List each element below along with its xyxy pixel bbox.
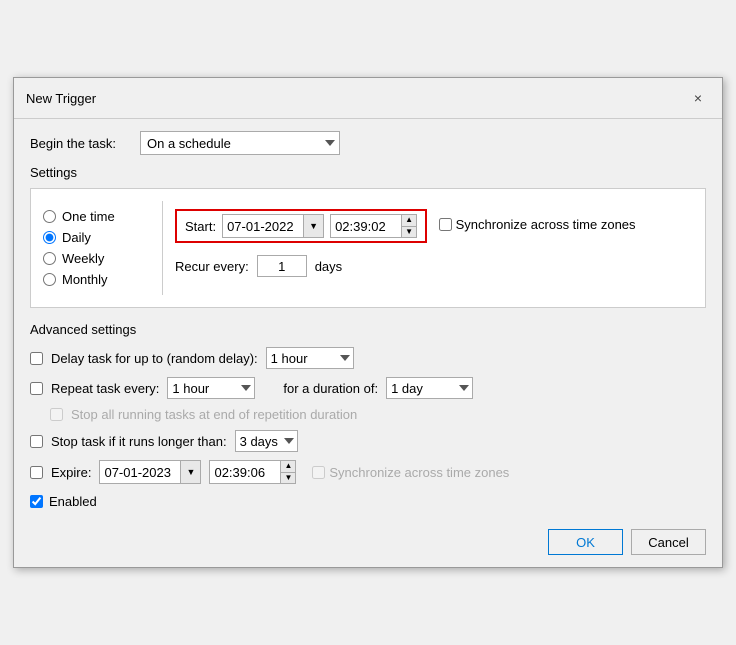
expire-time-spinner: ▲ ▼ xyxy=(280,461,295,483)
radio-monthly-label: Monthly xyxy=(62,272,108,287)
stop-all-checkbox xyxy=(50,408,63,421)
start-label: Start: xyxy=(185,219,216,234)
start-date-calendar-button[interactable]: ▼ xyxy=(303,215,323,237)
start-time-spinner: ▲ ▼ xyxy=(401,215,416,237)
radio-weekly-label: Weekly xyxy=(62,251,104,266)
stop-longer-checkbox[interactable] xyxy=(30,435,43,448)
recur-row: Recur every: days xyxy=(175,255,681,277)
start-date-input[interactable] xyxy=(223,215,303,237)
advanced-label: Advanced settings xyxy=(30,322,706,337)
stop-all-row: Stop all running tasks at end of repetit… xyxy=(30,407,706,422)
stop-longer-label: Stop task if it runs longer than: xyxy=(51,434,227,449)
expire-label: Expire: xyxy=(51,465,91,480)
expire-sync-text: Synchronize across time zones xyxy=(329,465,509,480)
advanced-settings-section: Advanced settings Delay task for up to (… xyxy=(30,322,706,509)
start-date-wrap: ▼ xyxy=(222,214,324,238)
radio-daily-label: Daily xyxy=(62,230,91,245)
repeat-task-label: Repeat task every: xyxy=(51,381,159,396)
new-trigger-dialog: New Trigger × Begin the task: On a sched… xyxy=(13,77,723,568)
close-button[interactable]: × xyxy=(686,86,710,110)
settings-right: Start: ▼ ▲ ▼ xyxy=(163,201,693,295)
expire-sync-checkbox xyxy=(312,466,325,479)
ok-button[interactable]: OK xyxy=(548,529,623,555)
stop-all-label: Stop all running tasks at end of repetit… xyxy=(71,407,357,422)
radio-monthly-input[interactable] xyxy=(43,273,56,286)
radio-weekly-input[interactable] xyxy=(43,252,56,265)
begin-task-label: Begin the task: xyxy=(30,136,140,151)
sync-checkbox[interactable] xyxy=(439,218,452,231)
radio-group: One time Daily Weekly Monthly xyxy=(43,209,162,287)
expire-time-down[interactable]: ▼ xyxy=(281,473,295,484)
start-row: Start: ▼ ▲ ▼ xyxy=(175,209,427,243)
repeat-task-dropdown[interactable]: 1 hour 30 minutes 1 day xyxy=(167,377,255,399)
duration-label: for a duration of: xyxy=(283,381,378,396)
delay-task-dropdown[interactable]: 1 hour 30 minutes 1 day xyxy=(266,347,354,369)
settings-box: One time Daily Weekly Monthly xyxy=(30,188,706,308)
start-time-down[interactable]: ▼ xyxy=(402,227,416,238)
sync-checkbox-label[interactable]: Synchronize across time zones xyxy=(439,217,636,232)
expire-checkbox[interactable] xyxy=(30,466,43,479)
cancel-button[interactable]: Cancel xyxy=(631,529,706,555)
start-time-up[interactable]: ▲ xyxy=(402,215,416,227)
radio-one-time-label: One time xyxy=(62,209,115,224)
expire-time-wrap: ▲ ▼ xyxy=(209,460,296,484)
enabled-label: Enabled xyxy=(49,494,97,509)
repeat-task-checkbox[interactable] xyxy=(30,382,43,395)
stop-longer-dropdown[interactable]: 3 days 1 hour 1 day xyxy=(235,430,298,452)
duration-dropdown[interactable]: 1 day Indefinitely xyxy=(386,377,473,399)
recur-label: Recur every: xyxy=(175,259,249,274)
radio-one-time-input[interactable] xyxy=(43,210,56,223)
expire-date-input[interactable] xyxy=(100,461,180,483)
delay-task-checkbox[interactable] xyxy=(30,352,43,365)
settings-left: One time Daily Weekly Monthly xyxy=(43,201,163,295)
expire-date-calendar-button[interactable]: ▼ xyxy=(180,461,200,483)
sync-label: Synchronize across time zones xyxy=(456,217,636,232)
radio-daily-input[interactable] xyxy=(43,231,56,244)
expire-time-input[interactable] xyxy=(210,461,280,483)
recur-input[interactable] xyxy=(257,255,307,277)
start-time-input[interactable] xyxy=(331,215,401,237)
begin-task-dropdown[interactable]: On a schedule At log on At startup On an… xyxy=(140,131,340,155)
radio-daily[interactable]: Daily xyxy=(43,230,162,245)
start-time-wrap: ▲ ▼ xyxy=(330,214,417,238)
title-bar: New Trigger × xyxy=(14,78,722,119)
repeat-task-row: Repeat task every: 1 hour 30 minutes 1 d… xyxy=(30,377,706,399)
radio-weekly[interactable]: Weekly xyxy=(43,251,162,266)
radio-one-time[interactable]: One time xyxy=(43,209,162,224)
begin-task-row: Begin the task: On a schedule At log on … xyxy=(30,131,706,155)
expire-sync-label: Synchronize across time zones xyxy=(312,465,509,480)
enabled-row: Enabled xyxy=(30,494,706,509)
radio-monthly[interactable]: Monthly xyxy=(43,272,162,287)
delay-task-row: Delay task for up to (random delay): 1 h… xyxy=(30,347,706,369)
dialog-title: New Trigger xyxy=(26,91,96,106)
enabled-checkbox[interactable] xyxy=(30,495,43,508)
recur-unit: days xyxy=(315,259,342,274)
settings-label: Settings xyxy=(30,165,706,180)
bottom-buttons: OK Cancel xyxy=(14,521,722,567)
expire-time-up[interactable]: ▲ xyxy=(281,461,295,473)
settings-panel: One time Daily Weekly Monthly xyxy=(43,201,693,295)
expire-row: Expire: ▼ ▲ ▼ Synchronize across xyxy=(30,460,706,484)
expire-date-wrap: ▼ xyxy=(99,460,201,484)
stop-longer-row: Stop task if it runs longer than: 3 days… xyxy=(30,430,706,452)
delay-task-label: Delay task for up to (random delay): xyxy=(51,351,258,366)
